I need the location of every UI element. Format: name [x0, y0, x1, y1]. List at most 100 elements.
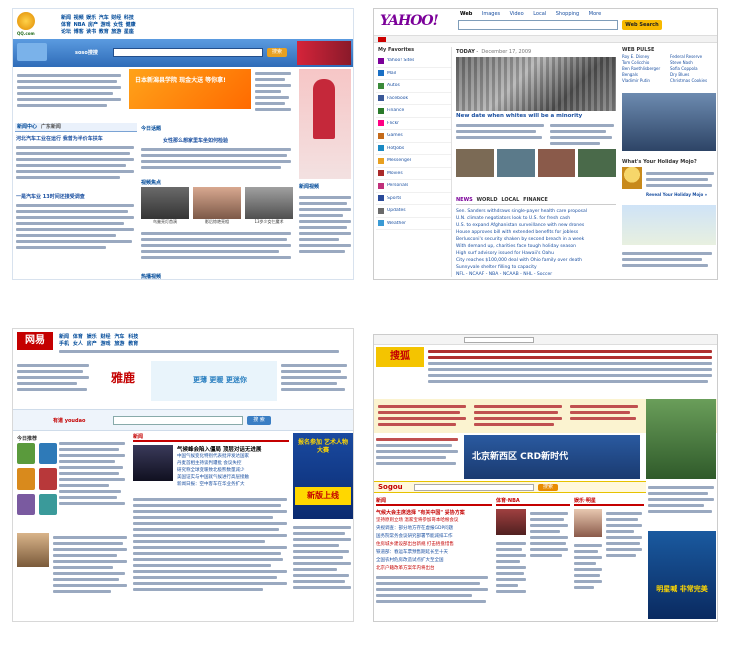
sohu-search-input[interactable]: [414, 484, 534, 491]
qq-tab-news[interactable]: 新闻中心: [17, 124, 37, 130]
yahoo-sidebar-item[interactable]: HotJobs: [376, 143, 451, 155]
qq-banner-ad[interactable]: 日本新潟县学院 现金大送 等你拿!: [129, 69, 251, 109]
yahoo-news-item[interactable]: House approves bill with extended benefi…: [456, 229, 616, 236]
qq-headline-2[interactable]: 一是汽车业 13时间还接受调查: [16, 193, 136, 200]
sohu-sports-photo[interactable]: [496, 509, 526, 535]
sohu-right-ad[interactable]: 明星喊 非常完美: [648, 531, 716, 619]
yahoo-tab-more[interactable]: More: [589, 11, 601, 17]
qq-nav-link[interactable]: 论坛: [61, 29, 71, 35]
yahoo-tab-news[interactable]: NEWS: [456, 197, 473, 203]
qq-headline-1[interactable]: 河北汽车工业在运行 我曾为半价车扶车: [16, 135, 136, 142]
yahoo-promo-link[interactable]: Reveal Your Holiday Mojo »: [646, 192, 716, 197]
netease-left-photo[interactable]: [17, 533, 49, 567]
sohu-tab-sports[interactable]: 体育·NBA: [496, 498, 520, 504]
app-icon[interactable]: [39, 468, 57, 490]
yahoo-tab-web[interactable]: Web: [460, 11, 472, 17]
yahoo-news-item[interactable]: U.S. to expand Afghanistan surveillance …: [456, 222, 616, 229]
netease-news-headline[interactable]: 气候峰会陷入僵局 顶层对话无进展: [177, 445, 289, 453]
yahoo-news-item[interactable]: Sen. Sanders withdraws single-payer heal…: [456, 208, 616, 215]
sohu-news-item[interactable]: 坚持原则立场 温家宝将参加哥本哈根会议: [376, 517, 492, 525]
netease-tab-news[interactable]: 新闻: [133, 434, 143, 440]
netease-search-input[interactable]: [113, 416, 243, 425]
yahoo-news-item[interactable]: Berlusconi's security shaken by second b…: [456, 236, 616, 243]
yahoo-sidebar-item[interactable]: Messenger: [376, 155, 451, 168]
yahoo-feature-photo[interactable]: [622, 93, 716, 151]
yahoo-travel-ad[interactable]: [622, 205, 716, 245]
netease-news-item[interactable]: 中国气候变化特别代表批评发达国家: [177, 453, 289, 460]
qq-video-thumb[interactable]: 鸟巢亮灯首演: [141, 187, 189, 225]
yahoo-sidebar-item[interactable]: Personals: [376, 180, 451, 193]
yahoo-tab-shopping[interactable]: Shopping: [556, 11, 579, 17]
qq-nav-link[interactable]: 博客: [74, 29, 84, 35]
qq-today-title[interactable]: 女性那么想家里车坐如何检验: [163, 137, 228, 144]
netease-news-item[interactable]: 美国证实与中国就气候进行高层接触: [177, 474, 289, 481]
yahoo-sidebar-item[interactable]: Yahoo! Sites: [376, 55, 451, 68]
qq-search-button[interactable]: 搜索: [267, 48, 287, 57]
yahoo-thumb[interactable]: [496, 149, 535, 177]
qq-nav-link[interactable]: 星座: [124, 29, 134, 35]
yahoo-sidebar-item[interactable]: Updates: [376, 205, 451, 218]
sohu-news-item[interactable]: 住房城乡建设部出台新规 打击捂盘惜售: [376, 541, 492, 549]
yahoo-search-input[interactable]: [458, 20, 618, 30]
qq-nav-link[interactable]: 读书: [86, 29, 96, 35]
yahoo-tab-local[interactable]: LOCAL: [501, 197, 519, 203]
yahoo-news-item[interactable]: City reaches $100,000 deal with Ohio fam…: [456, 257, 616, 264]
sohu-tab-ent[interactable]: 娱乐·明星: [574, 498, 596, 504]
yahoo-thumb[interactable]: [537, 149, 576, 177]
yahoo-news-item[interactable]: Sunnyvale shelter filling to capacity: [456, 264, 616, 271]
yahoo-pulse-item[interactable]: Vladimir Putin: [622, 78, 668, 84]
netease-nav-link[interactable]: 女人: [73, 341, 83, 347]
sohu-news-item[interactable]: 北京户籍改革方案年内将出台: [376, 565, 492, 573]
qq-nav-link[interactable]: 教育: [99, 29, 109, 35]
yahoo-sidebar-item[interactable]: Flickr: [376, 118, 451, 130]
sohu-side-ad[interactable]: [646, 399, 716, 479]
netease-nav-link[interactable]: 房产: [87, 341, 97, 347]
yahoo-tab-video[interactable]: Video: [510, 11, 524, 17]
sohu-news-item[interactable]: 国务院常务会议研究部署节能减排工作: [376, 533, 492, 541]
qq-side-ad[interactable]: [299, 69, 351, 179]
yahoo-tab-local[interactable]: Local: [533, 11, 546, 17]
yahoo-sidebar-item[interactable]: Sports: [376, 193, 451, 205]
app-icon[interactable]: [17, 493, 35, 515]
sohu-tab-news[interactable]: 新闻: [376, 498, 386, 504]
netease-nav-link[interactable]: 旅游: [114, 341, 124, 347]
yahoo-thumb[interactable]: [578, 149, 616, 177]
yahoo-tab-world[interactable]: WORLD: [477, 197, 498, 203]
yahoo-thumb[interactable]: [456, 149, 494, 177]
app-icon[interactable]: [39, 443, 57, 465]
yahoo-pulse-item[interactable]: Christmas Cookies: [670, 78, 716, 84]
netease-news-item[interactable]: 丹麦首相主持谈判遭批 会议失控: [177, 460, 289, 467]
qq-video-thumb[interactable]: 影后惊艳亮相: [193, 187, 241, 225]
yahoo-news-item[interactable]: NFL - NCAAF - NBA - NCAAB - NHL - Soccer: [456, 271, 616, 278]
yahoo-sidebar-item[interactable]: Autos: [376, 80, 451, 93]
yahoo-search-button[interactable]: Web Search: [622, 20, 662, 30]
app-icon[interactable]: [17, 468, 35, 490]
yahoo-sidebar-item[interactable]: Finance: [376, 105, 451, 118]
yahoo-news-item[interactable]: U.N. climate negotiators look to U.S. fo…: [456, 215, 616, 222]
netease-news-photo[interactable]: [133, 445, 173, 481]
yahoo-tab-images[interactable]: Images: [482, 11, 500, 17]
yahoo-feature-image[interactable]: [456, 57, 616, 111]
sohu-news-item[interactable]: 铁道部：春运车票预售期延长至十天: [376, 549, 492, 557]
yahoo-sidebar-item[interactable]: Games: [376, 130, 451, 143]
sohu-banner-ad[interactable]: 北京新西区 CRD新时代: [464, 435, 640, 479]
netease-nav-link[interactable]: 手机: [59, 341, 69, 347]
qq-tab-guangdong[interactable]: 广东新闻: [41, 124, 61, 130]
netease-promo-ad[interactable]: 报名参加 艺术人物大赛 新版上线: [293, 433, 353, 519]
yahoo-headline[interactable]: New date when whites will be a minority: [456, 113, 616, 119]
sohu-news-item[interactable]: 央视调查：部分地方存在虚报GDP问题: [376, 525, 492, 533]
sohu-top-search-input[interactable]: [464, 337, 534, 343]
yahoo-sidebar-item[interactable]: Facebook: [376, 93, 451, 105]
sohu-headline[interactable]: 气候大会主席选择 "有关中国" 妥协方案: [376, 509, 492, 516]
qq-top-ad[interactable]: [297, 41, 351, 65]
netease-search-button[interactable]: 搜 索: [247, 416, 271, 425]
yahoo-news-item[interactable]: High surf advisory issued for Hawaii's O…: [456, 250, 616, 257]
sohu-ent-photo[interactable]: [574, 509, 602, 537]
netease-nav-link[interactable]: 教育: [128, 341, 138, 347]
app-icon[interactable]: [17, 443, 35, 465]
netease-nav-link[interactable]: 游戏: [101, 341, 111, 347]
netease-brand-ad[interactable]: 雅鹿 更薄 更暖 更迷你: [97, 361, 277, 401]
sohu-search-button[interactable]: 搜索: [538, 484, 558, 491]
yahoo-tab-finance[interactable]: FINANCE: [523, 197, 548, 203]
sohu-news-item[interactable]: 全国农村危房改造试点扩大至全国: [376, 557, 492, 565]
